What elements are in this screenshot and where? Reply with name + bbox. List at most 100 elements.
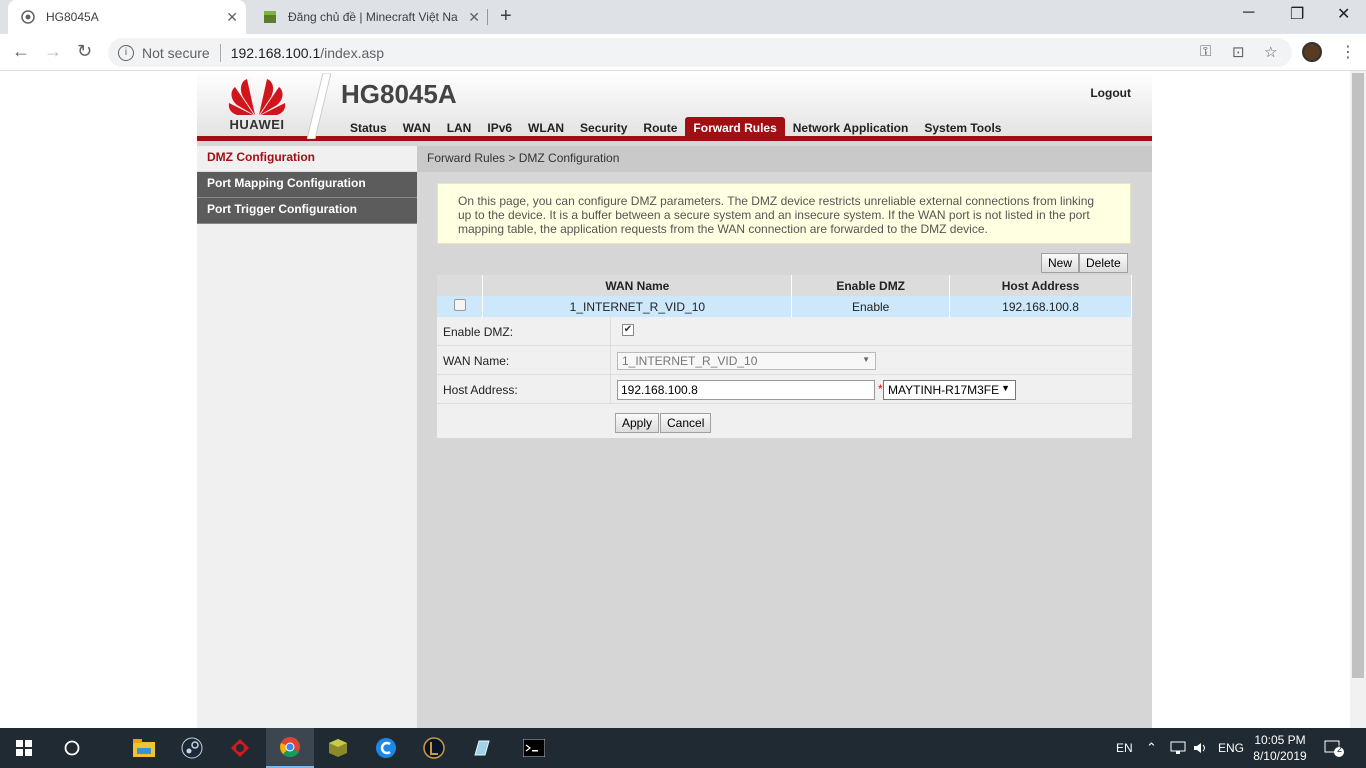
info-icon[interactable]: i [118,44,134,61]
security-label: Not secure [142,44,210,61]
menu-network-application[interactable]: Network Application [785,117,917,141]
row-select-cell [437,296,484,317]
form-divider [610,346,611,375]
form-row-wan-name: WAN Name: 1_INTERNET_R_VID_10 ▼ [437,346,1132,375]
delete-button[interactable]: Delete [1079,253,1128,273]
new-button[interactable]: New [1041,253,1080,273]
back-icon[interactable]: ← [12,41,30,62]
action-center-icon[interactable]: 2 [1324,728,1344,768]
profile-avatar[interactable] [1302,42,1322,62]
column-header-wan-name: WAN Name [482,275,793,296]
enable-dmz-label: Enable DMZ: [443,325,514,339]
column-header-host-address: Host Address [949,275,1132,296]
page-description: On this page, you can configure DMZ para… [437,183,1131,244]
router-header: HUAWEI HG8045A Logout Status WAN LAN IPv… [197,71,1152,141]
wan-name-select-value: 1_INTERNET_R_VID_10 [622,354,758,368]
wan-name-label: WAN Name: [443,354,510,368]
sidebar-item-port-mapping[interactable]: Port Mapping Configuration [197,172,417,198]
key-icon[interactable]: ⚿ [1200,43,1211,60]
clock-date: 8/10/2019 [1253,749,1307,763]
main-menu: Status WAN LAN IPv6 WLAN Security Route … [342,117,1009,141]
sidebar-item-port-trigger[interactable]: Port Trigger Configuration [197,198,417,224]
windows-taskbar: EN ⌃ ENG 10:05 PM 8/10/2019 2 [0,728,1366,768]
minimize-icon[interactable]: ─ [1243,4,1254,22]
url-host: 192.168.100.1 [230,44,321,61]
table-row[interactable]: 1_INTERNET_R_VID_10 Enable 192.168.100.8 [437,296,1132,317]
menu-lan[interactable]: LAN [439,117,480,141]
header-slash-decoration [307,73,331,139]
command-prompt-icon[interactable] [510,728,558,768]
enable-dmz-checkbox[interactable]: ✔ [622,324,634,336]
cell-enable-dmz: Enable [791,296,951,317]
windows-start-icon[interactable] [0,728,48,768]
menu-ipv6[interactable]: IPv6 [479,117,520,141]
address-bar[interactable]: i Not secure 192.168.100.1/index.asp [108,38,1292,67]
host-device-select-value: MAYTINH-R17M3FE [888,383,1000,397]
close-tab-icon[interactable]: ✕ [468,9,480,26]
league-of-legends-icon[interactable] [410,728,458,768]
tab-minecraft[interactable]: Đăng chủ đề | Minecraft Việt Nam ✕ [250,0,488,34]
huawei-petal-icon [228,79,286,115]
column-header-enable-dmz: Enable DMZ [791,275,951,296]
chevron-down-icon: ▼ [862,355,870,364]
wan-name-select[interactable]: 1_INTERNET_R_VID_10 ▼ [617,352,876,370]
new-tab-icon[interactable]: + [500,5,512,28]
reload-icon[interactable]: ↻ [77,41,92,62]
more-menu-icon[interactable]: ⋮ [1340,42,1356,62]
menu-status[interactable]: Status [342,117,395,141]
scrollbar-thumb[interactable] [1352,73,1364,678]
page-scrollbar[interactable] [1350,71,1366,728]
form-divider [610,375,611,404]
menu-wan[interactable]: WAN [395,117,439,141]
form-row-host-address: Host Address: 192.168.100.8 * MAYTINH-R1… [437,375,1132,404]
translate-icon[interactable]: ⊡ [1232,43,1245,61]
menu-system-tools[interactable]: System Tools [916,117,1009,141]
input-language[interactable]: ENG [1218,728,1244,768]
host-device-select[interactable]: MAYTINH-R17M3FE ▼ [883,380,1016,400]
table-header-row: WAN Name Enable DMZ Host Address [437,275,1132,296]
sidebar-item-dmz-configuration[interactable]: DMZ Configuration [197,146,417,172]
product-title: HG8045A [341,79,457,109]
router-ui: HUAWEI HG8045A Logout Status WAN LAN IPv… [197,71,1152,728]
language-indicator[interactable]: EN [1116,728,1133,768]
cancel-button[interactable]: Cancel [660,413,712,433]
garena-icon[interactable] [216,728,264,768]
forward-icon[interactable]: → [44,41,62,62]
menu-forward-rules[interactable]: Forward Rules [685,117,785,141]
search-circle-icon[interactable] [48,728,96,768]
form-divider [610,317,611,346]
apply-button[interactable]: Apply [615,413,660,433]
close-tab-icon[interactable]: ✕ [226,9,238,26]
chevron-up-icon[interactable]: ⌃ [1146,728,1157,768]
logout-link[interactable]: Logout [1090,86,1131,100]
notification-count: 2 [1337,744,1343,754]
minecraft-icon [262,9,278,25]
menu-route[interactable]: Route [635,117,685,141]
minecraft-block-icon[interactable] [314,728,362,768]
bookmark-star-icon[interactable]: ☆ [1264,43,1277,61]
close-window-icon[interactable]: ✕ [1337,4,1350,24]
huawei-logo: HUAWEI [207,75,307,139]
form-row-enable-dmz: Enable DMZ: ✔ [437,317,1132,346]
chrome-icon[interactable] [266,728,314,768]
file-explorer-icon[interactable] [120,728,168,768]
steam-icon[interactable] [168,728,216,768]
taskbar-clock[interactable]: 10:05 PM 8/10/2019 [1248,732,1312,764]
breadcrumb: Forward Rules > DMZ Configuration [417,146,1152,172]
ccleaner-icon[interactable] [362,728,410,768]
row-select-checkbox[interactable] [453,299,466,311]
host-address-label: Host Address: [443,383,518,397]
menu-wlan[interactable]: WLAN [520,117,572,141]
network-icon[interactable] [1170,728,1186,768]
omnibox-separator [219,43,221,62]
required-marker: * [878,382,883,396]
tab-hg8045a[interactable]: HG8045A ✕ [8,0,246,34]
menu-security[interactable]: Security [572,117,635,141]
tab-separator [487,9,488,25]
restore-icon[interactable]: ❐ [1290,4,1304,24]
volume-icon[interactable] [1193,728,1209,768]
browser-tab-strip: HG8045A ✕ Đăng chủ đề | Minecraft Việt N… [0,0,1366,34]
url-path: /index.asp [320,44,385,61]
app-cube-icon[interactable] [458,728,506,768]
host-address-input[interactable]: 192.168.100.8 [617,380,875,400]
